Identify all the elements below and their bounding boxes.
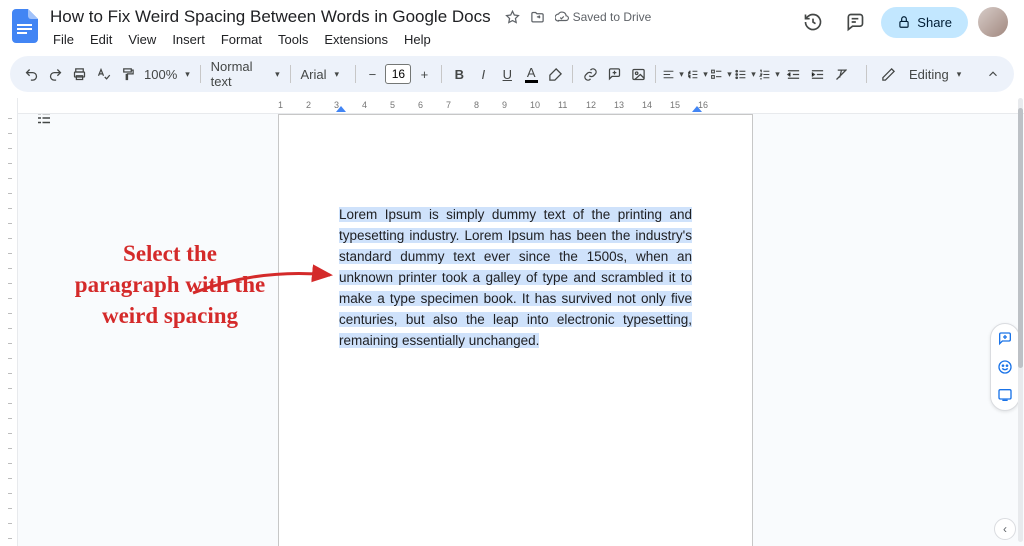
ruler-mark: 13 bbox=[614, 100, 624, 110]
separator bbox=[655, 65, 656, 83]
menu-edit[interactable]: Edit bbox=[83, 30, 119, 49]
align-button[interactable] bbox=[662, 61, 684, 87]
ruler-mark: 9 bbox=[502, 100, 507, 110]
increase-indent-button[interactable] bbox=[806, 61, 828, 87]
zoom-select[interactable]: 100% bbox=[140, 67, 194, 82]
decrease-font-button[interactable]: − bbox=[361, 61, 383, 87]
ruler-mark: 3 bbox=[334, 100, 339, 110]
ruler-mark: 7 bbox=[446, 100, 451, 110]
separator bbox=[290, 65, 291, 83]
ruler-mark: 15 bbox=[670, 100, 680, 110]
vertical-scrollbar[interactable] bbox=[1018, 98, 1023, 542]
menu-extensions[interactable]: Extensions bbox=[317, 30, 395, 49]
ruler-mark: 14 bbox=[642, 100, 652, 110]
menubar: File Edit View Insert Format Tools Exten… bbox=[46, 30, 651, 49]
document-title[interactable]: How to Fix Weird Spacing Between Words i… bbox=[46, 6, 495, 28]
lock-icon bbox=[897, 15, 911, 29]
menu-format[interactable]: Format bbox=[214, 30, 269, 49]
star-icon[interactable] bbox=[505, 10, 520, 25]
menu-view[interactable]: View bbox=[121, 30, 163, 49]
pencil-icon bbox=[877, 61, 899, 87]
undo-button[interactable] bbox=[20, 61, 42, 87]
insert-link-button[interactable] bbox=[579, 61, 601, 87]
ruler-mark: 5 bbox=[390, 100, 395, 110]
insert-image-button[interactable] bbox=[627, 61, 649, 87]
history-icon[interactable] bbox=[797, 6, 829, 38]
font-size-input[interactable] bbox=[385, 64, 411, 84]
font-select[interactable]: Arial bbox=[297, 67, 349, 82]
separator bbox=[866, 65, 867, 83]
document-paragraph[interactable]: Lorem Ipsum is simply dummy text of the … bbox=[339, 205, 692, 351]
account-avatar[interactable] bbox=[978, 7, 1008, 37]
checklist-button[interactable] bbox=[710, 61, 732, 87]
text-color-button[interactable]: A bbox=[520, 61, 542, 87]
suggest-edits-icon[interactable] bbox=[996, 386, 1014, 404]
bold-button[interactable]: B bbox=[448, 61, 470, 87]
explore-button[interactable]: ‹ bbox=[994, 518, 1016, 540]
italic-button[interactable]: I bbox=[472, 61, 494, 87]
separator bbox=[572, 65, 573, 83]
menu-file[interactable]: File bbox=[46, 30, 81, 49]
paint-format-button[interactable] bbox=[116, 61, 138, 87]
docs-logo-icon[interactable] bbox=[10, 6, 40, 46]
document-page[interactable]: Lorem Ipsum is simply dummy text of the … bbox=[278, 114, 753, 546]
spellcheck-button[interactable] bbox=[92, 61, 114, 87]
floating-action-menu bbox=[990, 323, 1020, 411]
save-status[interactable]: Saved to Drive bbox=[555, 10, 652, 24]
tutorial-annotation: Select the paragraph with the weird spac… bbox=[70, 238, 270, 331]
increase-font-button[interactable]: + bbox=[413, 61, 435, 87]
ruler-mark: 6 bbox=[418, 100, 423, 110]
highlight-button[interactable] bbox=[544, 61, 566, 87]
ruler-mark: 12 bbox=[586, 100, 596, 110]
ruler-mark: 1 bbox=[278, 100, 283, 110]
numbered-list-button[interactable] bbox=[758, 61, 780, 87]
ruler-mark: 4 bbox=[362, 100, 367, 110]
clear-format-button[interactable] bbox=[830, 61, 852, 87]
separator bbox=[441, 65, 442, 83]
ruler-mark: 8 bbox=[474, 100, 479, 110]
underline-button[interactable]: U bbox=[496, 61, 518, 87]
add-comment-icon[interactable] bbox=[996, 330, 1014, 348]
print-button[interactable] bbox=[68, 61, 90, 87]
menu-tools[interactable]: Tools bbox=[271, 30, 315, 49]
ruler-mark: 10 bbox=[530, 100, 540, 110]
insert-comment-button[interactable] bbox=[603, 61, 625, 87]
collapse-toolbar-button[interactable] bbox=[981, 61, 1004, 87]
bullet-list-button[interactable] bbox=[734, 61, 756, 87]
ruler-mark: 16 bbox=[698, 100, 708, 110]
ruler-mark: 11 bbox=[558, 100, 567, 110]
add-emoji-icon[interactable] bbox=[996, 358, 1014, 376]
toolbar: 100% Normal text Arial − + B I U A Editi… bbox=[10, 56, 1014, 92]
menu-insert[interactable]: Insert bbox=[165, 30, 212, 49]
comments-icon[interactable] bbox=[839, 6, 871, 38]
horizontal-ruler[interactable]: 12345678910111213141516 bbox=[18, 98, 1024, 114]
share-label: Share bbox=[917, 15, 952, 30]
vertical-ruler bbox=[0, 98, 18, 546]
ruler-mark: 2 bbox=[306, 100, 311, 110]
editing-mode-select[interactable]: Editing bbox=[905, 67, 965, 82]
paragraph-style-select[interactable]: Normal text bbox=[207, 59, 284, 89]
separator bbox=[200, 65, 201, 83]
move-folder-icon[interactable] bbox=[530, 10, 545, 25]
separator bbox=[355, 65, 356, 83]
decrease-indent-button[interactable] bbox=[782, 61, 804, 87]
menu-help[interactable]: Help bbox=[397, 30, 438, 49]
line-spacing-button[interactable] bbox=[686, 61, 708, 87]
scrollbar-thumb[interactable] bbox=[1018, 108, 1023, 368]
redo-button[interactable] bbox=[44, 61, 66, 87]
share-button[interactable]: Share bbox=[881, 7, 968, 38]
